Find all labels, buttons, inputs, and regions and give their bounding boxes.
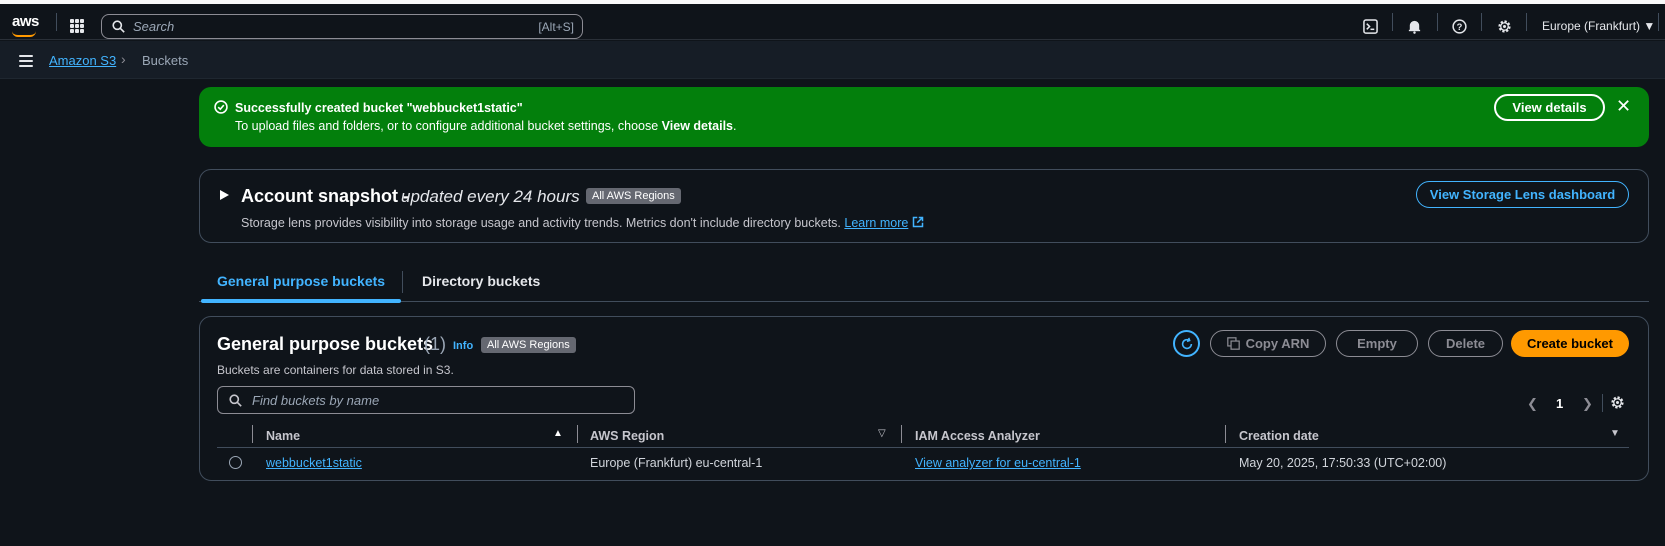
column-divider <box>1225 425 1226 443</box>
refresh-icon <box>1181 337 1192 349</box>
column-header-region[interactable]: AWS Region <box>590 429 664 443</box>
search-placeholder: Search <box>133 19 175 34</box>
snapshot-description: Storage lens provides visibility into st… <box>241 216 924 230</box>
divider <box>1437 13 1438 31</box>
analyzer-link[interactable]: View analyzer for eu-central-1 <box>915 456 1081 470</box>
divider <box>402 271 403 293</box>
info-link[interactable]: Info <box>453 340 473 352</box>
learn-more-link[interactable]: Learn more <box>844 216 908 230</box>
help-icon[interactable]: ? <box>1449 16 1469 36</box>
search-icon <box>112 20 125 33</box>
empty-button[interactable]: Empty <box>1336 330 1418 357</box>
tab-general-purpose-buckets[interactable]: General purpose buckets <box>217 273 385 289</box>
close-icon[interactable]: ✕ <box>1616 96 1631 117</box>
column-header-creation-date[interactable]: Creation date <box>1239 429 1319 443</box>
aws-logo[interactable]: aws <box>12 13 39 30</box>
tab-directory-buckets[interactable]: Directory buckets <box>422 273 540 289</box>
bucket-type-tabs: General purpose buckets Directory bucket… <box>199 266 1649 303</box>
search-shortcut: [Alt+S] <box>538 19 574 34</box>
snapshot-subtitle: updated every 24 hours <box>401 187 580 206</box>
copy-arn-button[interactable]: Copy ARN <box>1210 330 1326 357</box>
bell-icon[interactable] <box>1404 16 1424 36</box>
search-input[interactable]: Search [Alt+S] <box>101 14 583 39</box>
divider <box>1602 394 1603 412</box>
chevron-right-icon: › <box>121 51 126 67</box>
chevron-left-icon[interactable]: ❮ <box>1527 396 1538 412</box>
services-grid-icon[interactable] <box>70 19 84 33</box>
svg-text:?: ? <box>1456 21 1462 31</box>
sort-icon[interactable]: ▽ <box>878 428 886 439</box>
aws-logo-smile <box>12 31 36 37</box>
divider <box>1392 13 1393 31</box>
success-flashbar: Successfully created bucket "webbucket1s… <box>199 87 1649 147</box>
page-number[interactable]: 1 <box>1556 396 1563 411</box>
find-buckets-input[interactable]: Find buckets by name <box>217 386 635 414</box>
flash-title: Successfully created bucket "webbucket1s… <box>235 101 523 115</box>
caret-down-icon: ▼ <box>1643 19 1656 33</box>
table-settings-icon[interactable] <box>1610 395 1625 410</box>
find-buckets-placeholder: Find buckets by name <box>252 392 380 408</box>
chevron-right-icon[interactable]: ❯ <box>1582 396 1593 412</box>
divider <box>1481 13 1482 31</box>
flash-message: To upload files and folders, or to confi… <box>235 119 737 133</box>
region-badge: All AWS Regions <box>481 337 576 353</box>
row-select-radio[interactable] <box>229 456 242 469</box>
buckets-title: General purpose buckets <box>217 334 434 354</box>
sort-ascending-icon[interactable]: ▲ <box>553 428 563 439</box>
breadcrumb-buckets: Buckets <box>142 53 189 68</box>
table-header-divider <box>217 447 1629 448</box>
column-divider <box>577 425 578 443</box>
copy-icon <box>1226 337 1240 350</box>
breadcrumb: Amazon S3 › Buckets <box>0 41 1665 79</box>
view-storage-lens-button[interactable]: View Storage Lens dashboard <box>1416 181 1629 208</box>
divider <box>56 13 57 31</box>
account-snapshot-panel: Account snapshot - updated every 24 hour… <box>199 169 1649 243</box>
breadcrumb-amazon-s3[interactable]: Amazon S3 <box>49 53 116 68</box>
snapshot-title[interactable]: Account snapshot - <box>241 186 409 207</box>
view-details-button[interactable]: View details <box>1494 94 1605 121</box>
bucket-name-link[interactable]: webbucket1static <box>266 456 362 470</box>
column-divider <box>901 425 902 443</box>
buckets-panel: General purpose buckets (1) Info All AWS… <box>199 316 1649 481</box>
menu-icon[interactable] <box>19 55 33 67</box>
column-header-name[interactable]: Name <box>266 429 300 443</box>
divider <box>1658 13 1659 31</box>
region-badge: All AWS Regions <box>586 188 681 204</box>
column-header-analyzer[interactable]: IAM Access Analyzer <box>915 429 1040 443</box>
bucket-region: Europe (Frankfurt) eu-central-1 <box>590 456 763 470</box>
sort-descending-icon[interactable]: ▼ <box>1610 428 1620 439</box>
caret-right-icon[interactable] <box>220 190 229 200</box>
buckets-description: Buckets are containers for data stored i… <box>217 363 454 377</box>
active-tab-indicator <box>201 299 401 303</box>
region-selector[interactable]: Europe (Frankfurt) ▼ <box>1542 19 1655 33</box>
cloudshell-icon[interactable] <box>1360 16 1380 36</box>
delete-button[interactable]: Delete <box>1428 330 1503 357</box>
external-link-icon <box>912 216 924 228</box>
column-divider <box>252 425 253 443</box>
search-icon <box>229 393 242 407</box>
create-bucket-button[interactable]: Create bucket <box>1511 330 1629 357</box>
bucket-creation-date: May 20, 2025, 17:50:33 (UTC+02:00) <box>1239 456 1447 470</box>
gear-icon[interactable] <box>1494 16 1514 36</box>
buckets-count: (1) <box>424 334 446 354</box>
check-circle-icon <box>214 100 228 114</box>
divider <box>1526 13 1527 31</box>
refresh-button[interactable] <box>1173 330 1200 357</box>
top-navigation: aws Search [Alt+S] ? Europe (Frankfurt) … <box>0 4 1665 40</box>
